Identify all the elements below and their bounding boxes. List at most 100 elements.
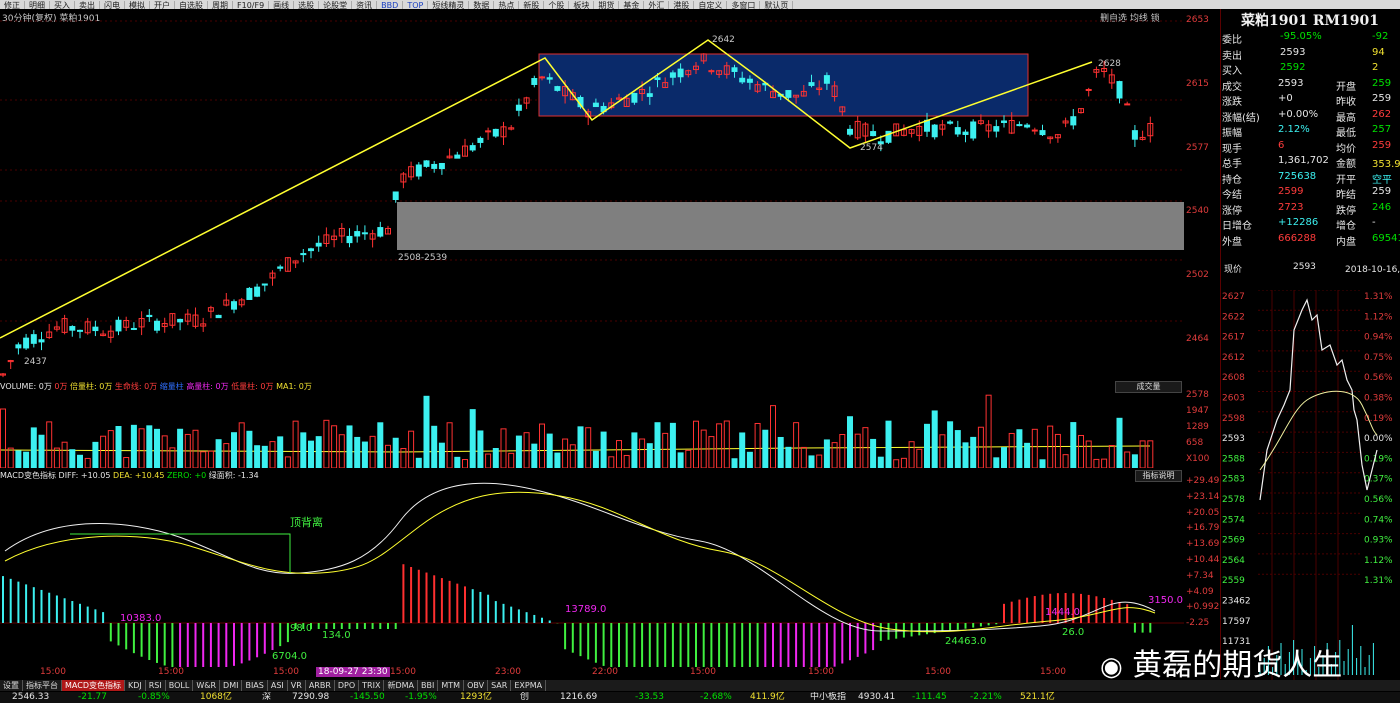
- mini-left-tick: 17597: [1222, 617, 1251, 627]
- toolbar-item[interactable]: 自定义: [694, 1, 728, 9]
- candle-body: [23, 337, 30, 349]
- macd-title: MACD变色指标: [0, 471, 56, 480]
- volume-bar: [477, 430, 484, 468]
- indicator-tab[interactable]: MACD变色指标: [62, 680, 125, 691]
- toolbar-item[interactable]: 基金: [619, 1, 645, 9]
- indicator-tab[interactable]: EXPMA: [511, 680, 547, 691]
- toolbar-item[interactable]: 模拟: [125, 1, 150, 9]
- toolbar-item[interactable]: 画线: [269, 1, 295, 9]
- mini-right-tick: 0.94%: [1364, 333, 1393, 343]
- indicator-tab[interactable]: DMI: [220, 680, 243, 691]
- quote-value: 6: [1278, 139, 1285, 151]
- volume-bar: [192, 429, 199, 468]
- volume-bar: [731, 458, 738, 468]
- status-item: -2.21%: [970, 692, 1002, 702]
- status-item: -111.45: [912, 692, 947, 702]
- quote-value: 2599: [1278, 186, 1304, 197]
- volume-bar: [970, 436, 977, 468]
- toolbar-item[interactable]: 明细: [25, 1, 50, 9]
- indicator-tab[interactable]: DPO: [335, 680, 360, 691]
- candle-body: [415, 164, 422, 177]
- indicator-tab[interactable]: KDJ: [125, 680, 146, 691]
- price-annotation: 2437: [24, 357, 47, 367]
- toolbar-item[interactable]: TOP: [403, 1, 429, 9]
- quote-label-2: 内盘: [1336, 236, 1356, 248]
- toolbar-item[interactable]: 短线精灵: [428, 1, 470, 9]
- volume-bar: [916, 448, 923, 468]
- toolbar-item[interactable]: 自选股: [175, 1, 208, 9]
- indicator-tab[interactable]: SAR: [488, 680, 512, 691]
- indicator-tab[interactable]: ASI: [268, 680, 288, 691]
- volume-bar: [238, 422, 245, 468]
- toolbar-item[interactable]: 卖出: [75, 1, 100, 9]
- mini-left-tick: 2617: [1222, 333, 1245, 343]
- status-item: 2546.33: [12, 692, 50, 702]
- indicator-tab[interactable]: W&R: [193, 680, 221, 691]
- quote-value: 2.12%: [1278, 124, 1310, 135]
- vol-di: 低量柱: 0万: [231, 382, 274, 391]
- toolbar-item[interactable]: 选股: [294, 1, 320, 9]
- indicator-tab[interactable]: MTM: [438, 680, 465, 691]
- toolbar-item[interactable]: F10/F9: [233, 1, 270, 9]
- macd-zero: ZERO: +0: [166, 471, 207, 480]
- indicator-tab[interactable]: TRIX: [359, 680, 385, 691]
- volume-bar: [485, 453, 492, 468]
- toolbar-item[interactable]: 港股: [669, 1, 695, 9]
- indicator-tab[interactable]: BOLL: [166, 680, 194, 691]
- volume-bar: [508, 452, 515, 468]
- toolbar-item[interactable]: 闪电: [100, 1, 125, 9]
- toolbar-item[interactable]: 周期: [208, 1, 233, 9]
- indicator-tab[interactable]: 新DMA: [384, 680, 419, 691]
- toolbar-item[interactable]: 个股: [544, 1, 570, 9]
- candle-body: [361, 232, 368, 235]
- candle-body: [177, 318, 184, 323]
- volume-bar: [138, 428, 145, 468]
- volume-bar: [361, 441, 368, 468]
- quote-value-2: 259: [1372, 77, 1392, 89]
- candle-body: [15, 344, 22, 349]
- indicator-tab[interactable]: RSI: [146, 680, 166, 691]
- volume-bar: [177, 428, 184, 468]
- volume-bar: [284, 456, 291, 468]
- kline-chart[interactable]: 2642 2628 2574 2437 2508-2539: [0, 20, 1184, 380]
- indicator-tab[interactable]: VR: [288, 680, 306, 691]
- toolbar-item[interactable]: 新股: [519, 1, 545, 9]
- indicator-tab[interactable]: ARBR: [306, 680, 335, 691]
- toolbar-item[interactable]: 热点: [494, 1, 520, 9]
- toolbar-item[interactable]: 数据: [469, 1, 495, 9]
- indicator-tab[interactable]: 设置: [0, 680, 23, 691]
- macd-tick: +16.79: [1186, 523, 1220, 534]
- volume-bar: [438, 442, 445, 468]
- candle-body: [146, 314, 153, 318]
- toolbar-item[interactable]: 多窗口: [727, 1, 761, 9]
- toolbar-item[interactable]: 期货: [594, 1, 620, 9]
- toolbar-item[interactable]: 默认页: [760, 1, 794, 9]
- indicator-tab[interactable]: BBI: [418, 680, 439, 691]
- status-item: -33.53: [635, 692, 665, 702]
- candle-body: [231, 301, 237, 310]
- toolbar-item[interactable]: 资讯: [352, 1, 378, 9]
- mini-intraday-chart: 2627 2622 2617 2612 2608 2603 2598 2593 2588 2583…: [1222, 290, 1393, 680]
- toolbar-item[interactable]: 板块: [569, 1, 595, 9]
- quote-row: 现手 6 均价 259: [1222, 139, 1400, 155]
- toolbar-item[interactable]: 开户: [150, 1, 175, 9]
- volume-bar: [639, 438, 646, 468]
- candle-body: [631, 92, 638, 103]
- volume-bar: [1031, 428, 1038, 468]
- volume-bar: [654, 422, 661, 468]
- mini-right-tick: 0.19%: [1364, 454, 1393, 464]
- volume-bar: [292, 420, 299, 468]
- toolbar-item[interactable]: 买入: [50, 1, 75, 9]
- candle-body: [469, 145, 476, 151]
- volume-bar: [931, 410, 938, 468]
- indicator-tab[interactable]: BIAS: [242, 680, 268, 691]
- toolbar-item[interactable]: BBD: [377, 1, 404, 9]
- indicator-tab[interactable]: OBV: [464, 680, 489, 691]
- volume-bar: [908, 441, 915, 468]
- candle-body: [38, 339, 45, 343]
- toolbar-item[interactable]: 外汇: [644, 1, 670, 9]
- macd-value-label: 10383.0: [120, 613, 161, 624]
- toolbar-item[interactable]: 修正: [0, 1, 25, 9]
- indicator-tab[interactable]: 指标平台: [23, 680, 62, 691]
- toolbar-item[interactable]: 论股堂: [319, 1, 353, 9]
